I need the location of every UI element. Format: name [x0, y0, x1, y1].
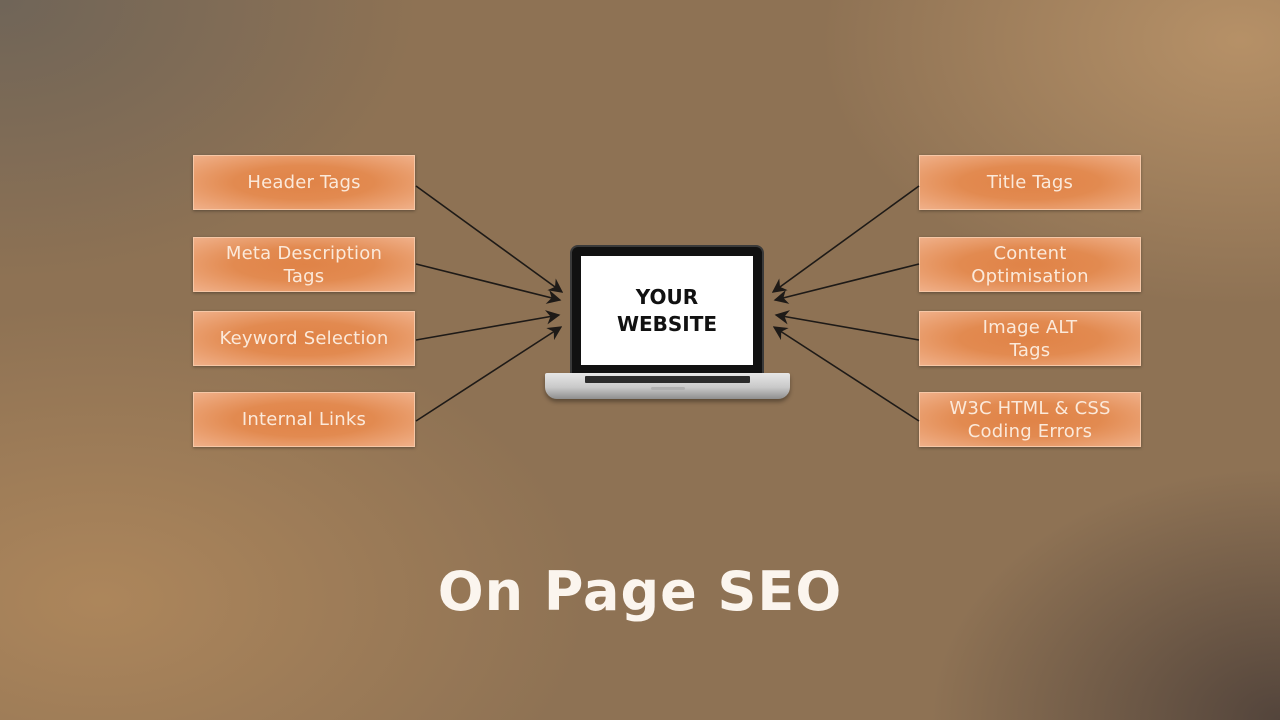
left-factor-box: Keyword Selection [193, 311, 415, 366]
right-factor-box: Title Tags [919, 155, 1141, 210]
arrow-meta-description [415, 263, 562, 304]
website-line-2: WEBSITE [616, 311, 718, 336]
left-factor-box: Meta Description Tags [193, 237, 415, 292]
laptop-notch [651, 387, 685, 390]
laptop-icon: YOUR WEBSITE [545, 245, 790, 403]
factor-label: Internal Links [241, 409, 367, 430]
left-factor-box: Internal Links [193, 392, 415, 447]
arrow-keyword-selection [415, 310, 561, 341]
arrow-header-tags [415, 185, 564, 293]
factor-label: Header Tags [247, 172, 361, 193]
right-factor-box: Content Optimisation [919, 237, 1141, 292]
arrow-w3c [772, 326, 920, 422]
factor-label: Title Tags [986, 172, 1074, 193]
right-factor-box: Image ALT Tags [919, 311, 1141, 366]
arrow-internal-links [415, 326, 563, 422]
arrow-content-optimisation [773, 263, 920, 304]
laptop-keyboard [585, 376, 750, 383]
page-title: On Page SEO [437, 560, 843, 623]
website-line-1: YOUR [635, 284, 699, 309]
arrow-image-alt [774, 310, 920, 341]
arrow-title-tags [771, 185, 920, 293]
factor-label: Image ALT Tags [982, 316, 1078, 361]
right-factor-box: W3C HTML & CSS Coding Errors [919, 392, 1141, 447]
laptop-lid: YOUR WEBSITE [570, 245, 764, 375]
factor-label: Meta Description Tags [225, 242, 383, 287]
left-factor-box: Header Tags [193, 155, 415, 210]
factor-label: W3C HTML & CSS Coding Errors [949, 397, 1111, 442]
laptop-base [545, 373, 790, 399]
laptop-screen: YOUR WEBSITE [581, 256, 753, 365]
factor-label: Keyword Selection [219, 328, 389, 349]
factor-label: Content Optimisation [971, 242, 1089, 287]
